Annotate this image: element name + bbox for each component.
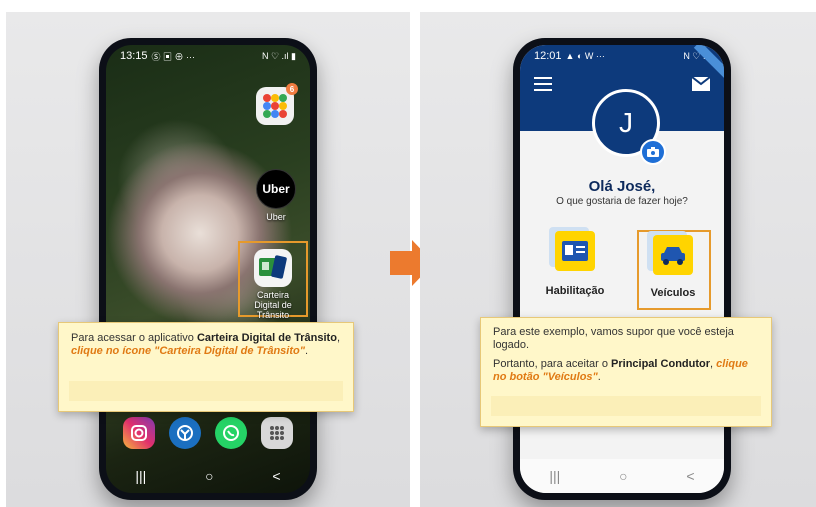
nav-bar: ||| ○ < [520,459,724,493]
cdt-label: Carteira Digital de Trânsito [254,290,292,320]
menu-icon[interactable] [534,77,552,91]
home-button[interactable]: ○ [619,468,627,484]
app-grid-icon [263,94,287,118]
status-bar: 13:15 Ⓢ ▣ ⊕ ··· N ♡ .ıl ▮ [106,45,310,67]
right-panel: 12:01 ▲ ◐ W ··· N ♡ .ıl J Olá José, O qu… [420,12,816,507]
callout-footer [69,381,343,401]
google-folder[interactable]: 6 [256,83,298,125]
id-card-icon [259,255,287,279]
callout-bold: Principal Condutor [611,358,711,370]
instagram-icon[interactable] [123,417,155,449]
notification-badge: 6 [286,83,298,95]
system-icons: N ♡ .ıl ▮ [261,50,296,61]
messages-app-icon[interactable] [169,417,201,449]
callout-action: clique no ícone "Carteira Digital de Trâ… [71,345,305,357]
right-phone: 12:01 ▲ ◐ W ··· N ♡ .ıl J Olá José, O qu… [513,38,731,500]
left-phone: 13:15 Ⓢ ▣ ⊕ ··· N ♡ .ıl ▮ 6 Uber Uber Ca… [99,38,317,500]
instruction-callout: Para acessar o aplicativo Carteira Digit… [58,322,354,412]
notification-icons: Ⓢ ▣ ⊕ ··· [151,51,196,62]
left-screen: 13:15 Ⓢ ▣ ⊕ ··· N ♡ .ıl ▮ 6 Uber Uber Ca… [106,45,310,493]
left-panel: 13:15 Ⓢ ▣ ⊕ ··· N ♡ .ıl ▮ 6 Uber Uber Ca… [6,12,410,507]
instruction-callout: Para este exemplo, vamos supor que você … [480,317,772,427]
notification-icons: ▲ ◐ W ··· [565,51,605,61]
car-icon [661,247,685,265]
license-tile [555,231,595,271]
google-folder-icon: 6 [256,83,298,125]
uber-icon: Uber [256,169,296,209]
option-habilitacao-label: Habilitação [545,285,605,297]
camera-button[interactable] [640,139,666,165]
cdt-app[interactable]: Carteira Digital de Trânsito [244,249,302,320]
callout-app-name: Carteira Digital de Trânsito [196,332,337,344]
recents-button[interactable]: ||| [135,468,146,484]
greeting-subtitle: O que gostaria de fazer hoje? [556,196,688,207]
license-card-icon [562,241,588,261]
option-veiculos[interactable]: Veículos [640,235,706,307]
nav-bar: ||| ○ < [106,459,310,493]
app-drawer-icon[interactable] [261,417,293,449]
home-button[interactable]: ○ [205,468,213,484]
option-habilitacao[interactable]: Habilitação [542,231,608,303]
vehicle-tile [653,235,693,275]
mail-icon[interactable] [692,77,710,91]
status-bar: 12:01 ▲ ◐ W ··· N ♡ .ıl [520,45,724,67]
dock [116,417,300,449]
status-time: 13:15 [120,50,148,62]
back-button[interactable]: < [686,468,694,484]
back-button[interactable]: < [272,468,280,484]
callout-text: Para acessar o aplicativo Carteira Digit… [71,332,340,357]
option-veiculos-label: Veículos [650,287,696,299]
callout-footer [491,396,761,416]
callout-line2: Portanto, para aceitar o Principal Condu… [493,358,748,383]
recents-button[interactable]: ||| [549,468,560,484]
uber-app[interactable]: Uber Uber [256,169,296,222]
callout-line1: Para este exemplo, vamos supor que você … [493,326,734,351]
whatsapp-icon[interactable] [215,417,247,449]
cdt-icon [254,249,292,287]
greeting: Olá José, [588,178,656,195]
camera-icon [647,147,659,157]
uber-label: Uber [266,212,286,222]
status-time: 12:01 [534,50,562,62]
